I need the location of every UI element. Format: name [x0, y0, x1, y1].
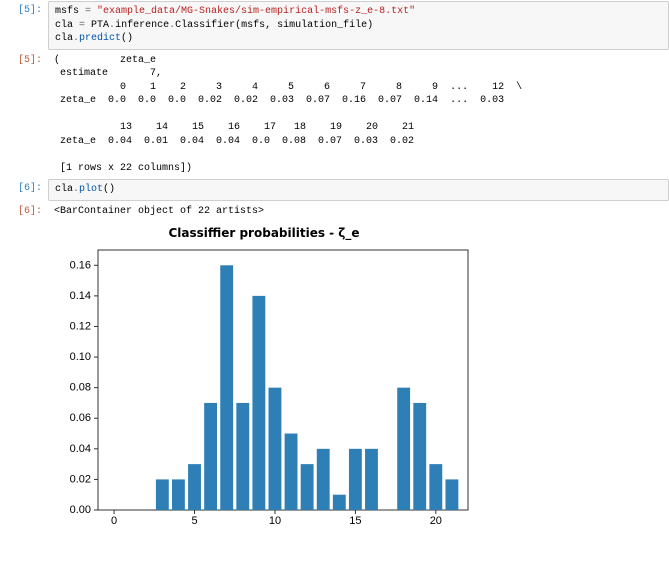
chart-container: Classiffier probabilities - ζ_e 0 5 10 15 20…: [48, 222, 480, 540]
bar: [413, 403, 426, 510]
bar: [172, 479, 185, 510]
svg-text:0.06: 0.06: [70, 412, 91, 424]
bar: [317, 449, 330, 510]
bar: [236, 403, 249, 510]
code-token: (msfs, simulation_file): [235, 20, 373, 31]
svg-text:0.04: 0.04: [70, 443, 91, 455]
code-token: cla: [55, 184, 73, 195]
bar: [445, 479, 458, 510]
svg-text:0.16: 0.16: [70, 259, 91, 271]
bar: [156, 479, 169, 510]
svg-text:15: 15: [349, 515, 361, 527]
output-text-5: ( zeta_e estimate 7, 0 1 2 3 4 5 6 7 8 9…: [48, 51, 669, 179]
svg-text:0.08: 0.08: [70, 382, 91, 394]
bar: [429, 464, 442, 510]
code-token: =: [79, 6, 97, 17]
cell-out-6-figure: Classiffier probabilities - ζ_e 0 5 10 15 20…: [0, 222, 669, 540]
code-token: Classifier: [175, 20, 235, 31]
code-token: msfs: [55, 6, 79, 17]
svg-text:0: 0: [111, 515, 117, 527]
cell-in-6: [6]: cla.plot(): [0, 179, 669, 201]
bar-chart: 0 5 10 15 20 0.00 0.02 0.04 0.06 0.08 0.10 0.12 0.14…: [54, 244, 474, 534]
code-token: cla: [55, 33, 73, 44]
svg-text:0.14: 0.14: [70, 290, 91, 302]
chart-title: Classiffier probabilities - ζ_e: [54, 226, 474, 240]
code-in-6[interactable]: cla.plot(): [48, 179, 669, 201]
bar: [365, 449, 378, 510]
output-text-6: <BarContainer object of 22 artists>: [48, 202, 669, 222]
code-token: cla: [55, 20, 73, 31]
prompt-in-5: [5]:: [0, 1, 48, 18]
code-token: plot: [79, 184, 103, 195]
bar: [397, 388, 410, 510]
prompt-out-6b: [0, 222, 48, 228]
bar: [188, 464, 201, 510]
code-token: predict: [79, 33, 121, 44]
bar: [285, 434, 298, 510]
bar: [204, 403, 217, 510]
bar: [301, 464, 314, 510]
code-token: (): [103, 184, 115, 195]
bar: [220, 265, 233, 510]
svg-text:10: 10: [269, 515, 281, 527]
code-in-5[interactable]: msfs = "example_data/MG-Snakes/sim-empir…: [48, 1, 669, 50]
prompt-out-5: [5]:: [0, 51, 48, 68]
cell-out-6: [6]: <BarContainer object of 22 artists>: [0, 202, 669, 222]
svg-text:0.02: 0.02: [70, 473, 91, 485]
svg-text:0.00: 0.00: [70, 504, 91, 516]
code-token: =: [73, 20, 91, 31]
svg-text:5: 5: [191, 515, 197, 527]
svg-text:0.10: 0.10: [70, 351, 91, 363]
code-token: inference: [115, 20, 169, 31]
code-token: "example_data/MG-Snakes/sim-empirical-ms…: [97, 6, 415, 17]
bar: [349, 449, 362, 510]
cell-in-5: [5]: msfs = "example_data/MG-Snakes/sim-…: [0, 1, 669, 50]
svg-text:0.12: 0.12: [70, 320, 91, 332]
bar: [333, 495, 346, 510]
svg-text:20: 20: [430, 515, 442, 527]
prompt-in-6: [6]:: [0, 179, 48, 196]
bar: [252, 296, 265, 510]
prompt-out-6: [6]:: [0, 202, 48, 219]
cell-out-5: [5]: ( zeta_e estimate 7, 0 1 2 3 4 5 6 …: [0, 51, 669, 179]
code-token: (): [121, 33, 133, 44]
bar: [269, 388, 282, 510]
code-token: PTA: [91, 20, 109, 31]
